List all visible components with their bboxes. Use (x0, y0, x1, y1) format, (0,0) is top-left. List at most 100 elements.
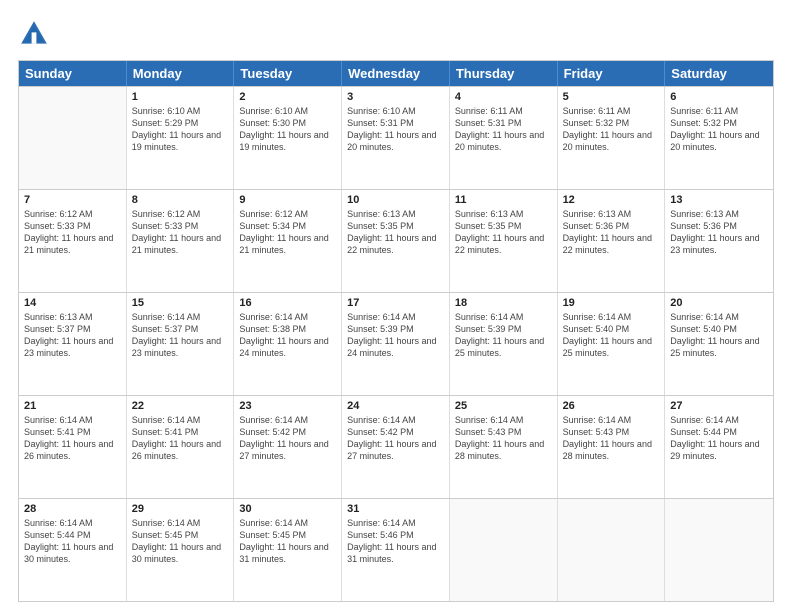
day-cell-7: 7 Sunrise: 6:12 AMSunset: 5:33 PMDaylight… (19, 190, 127, 292)
empty-cell (665, 499, 773, 601)
day-header-tuesday: Tuesday (234, 61, 342, 86)
day-cell-17: 17 Sunrise: 6:14 AMSunset: 5:39 PMDayligh… (342, 293, 450, 395)
day-cell-24: 24 Sunrise: 6:14 AMSunset: 5:42 PMDayligh… (342, 396, 450, 498)
day-header-sunday: Sunday (19, 61, 127, 86)
day-cell-20: 20Sunrise: 6:14 AMSunset: 5:40 PMDayligh… (665, 293, 773, 395)
day-number: 28 (24, 503, 121, 515)
day-info: Sunrise: 6:14 AMSunset: 5:42 PMDaylight:… (347, 414, 444, 463)
day-number: 7 (24, 194, 121, 206)
day-cell-31: 31Sunrise: 6:14 AMSunset: 5:46 PMDayligh… (342, 499, 450, 601)
week-row-2: 7 Sunrise: 6:12 AMSunset: 5:33 PMDaylight… (19, 189, 773, 292)
day-info: Sunrise: 6:14 AMSunset: 5:44 PMDaylight:… (670, 414, 768, 463)
day-cell-8: 8 Sunrise: 6:12 AMSunset: 5:33 PMDaylight… (127, 190, 235, 292)
day-number: 24 (347, 400, 444, 412)
day-info: Sunrise: 6:14 AMSunset: 5:45 PMDaylight:… (132, 517, 229, 566)
day-info: Sunrise: 6:10 AMSunset: 5:29 PMDaylight:… (132, 105, 229, 154)
day-cell-21: 21 Sunrise: 6:14 AMSunset: 5:41 PMDayligh… (19, 396, 127, 498)
day-number: 26 (563, 400, 660, 412)
day-cell-29: 29 Sunrise: 6:14 AMSunset: 5:45 PMDayligh… (127, 499, 235, 601)
day-cell-4: 4Sunrise: 6:11 AMSunset: 5:31 PMDaylight… (450, 87, 558, 189)
day-number: 15 (132, 297, 229, 309)
logo-icon (18, 18, 50, 50)
day-info: Sunrise: 6:12 AMSunset: 5:33 PMDaylight:… (132, 208, 229, 257)
day-cell-22: 22 Sunrise: 6:14 AMSunset: 5:41 PMDayligh… (127, 396, 235, 498)
day-header-monday: Monday (127, 61, 235, 86)
day-number: 25 (455, 400, 552, 412)
day-info: Sunrise: 6:13 AMSunset: 5:36 PMDaylight:… (563, 208, 660, 257)
day-cell-14: 14Sunrise: 6:13 AMSunset: 5:37 PMDayligh… (19, 293, 127, 395)
day-info: Sunrise: 6:13 AMSunset: 5:35 PMDaylight:… (455, 208, 552, 257)
day-cell-3: 3Sunrise: 6:10 AMSunset: 5:31 PMDaylight… (342, 87, 450, 189)
day-info: Sunrise: 6:14 AMSunset: 5:38 PMDaylight:… (239, 311, 336, 360)
day-header-friday: Friday (558, 61, 666, 86)
day-cell-13: 13Sunrise: 6:13 AMSunset: 5:36 PMDayligh… (665, 190, 773, 292)
calendar-body: 1Sunrise: 6:10 AMSunset: 5:29 PMDaylight… (19, 86, 773, 601)
day-info: Sunrise: 6:11 AMSunset: 5:32 PMDaylight:… (563, 105, 660, 154)
day-number: 16 (239, 297, 336, 309)
day-cell-12: 12 Sunrise: 6:13 AMSunset: 5:36 PMDayligh… (558, 190, 666, 292)
day-info: Sunrise: 6:12 AMSunset: 5:34 PMDaylight:… (239, 208, 336, 257)
day-number: 13 (670, 194, 768, 206)
day-info: Sunrise: 6:11 AMSunset: 5:31 PMDaylight:… (455, 105, 552, 154)
empty-cell (558, 499, 666, 601)
day-info: Sunrise: 6:14 AMSunset: 5:41 PMDaylight:… (24, 414, 121, 463)
day-header-saturday: Saturday (665, 61, 773, 86)
day-number: 8 (132, 194, 229, 206)
day-cell-6: 6 Sunrise: 6:11 AMSunset: 5:32 PMDaylight… (665, 87, 773, 189)
day-number: 20 (670, 297, 768, 309)
day-cell-28: 28 Sunrise: 6:14 AMSunset: 5:44 PMDayligh… (19, 499, 127, 601)
day-number: 10 (347, 194, 444, 206)
day-cell-25: 25 Sunrise: 6:14 AMSunset: 5:43 PMDayligh… (450, 396, 558, 498)
day-info: Sunrise: 6:10 AMSunset: 5:30 PMDaylight:… (239, 105, 336, 154)
day-cell-5: 5 Sunrise: 6:11 AMSunset: 5:32 PMDaylight… (558, 87, 666, 189)
day-number: 9 (239, 194, 336, 206)
day-info: Sunrise: 6:14 AMSunset: 5:45 PMDaylight:… (239, 517, 336, 566)
week-row-4: 21 Sunrise: 6:14 AMSunset: 5:41 PMDayligh… (19, 395, 773, 498)
day-info: Sunrise: 6:12 AMSunset: 5:33 PMDaylight:… (24, 208, 121, 257)
day-number: 21 (24, 400, 121, 412)
day-number: 3 (347, 91, 444, 103)
day-cell-2: 2Sunrise: 6:10 AMSunset: 5:30 PMDaylight… (234, 87, 342, 189)
day-cell-1: 1Sunrise: 6:10 AMSunset: 5:29 PMDaylight… (127, 87, 235, 189)
day-number: 30 (239, 503, 336, 515)
day-number: 19 (563, 297, 660, 309)
day-number: 17 (347, 297, 444, 309)
week-row-1: 1Sunrise: 6:10 AMSunset: 5:29 PMDaylight… (19, 86, 773, 189)
day-info: Sunrise: 6:14 AMSunset: 5:39 PMDaylight:… (455, 311, 552, 360)
day-info: Sunrise: 6:14 AMSunset: 5:42 PMDaylight:… (239, 414, 336, 463)
week-row-5: 28 Sunrise: 6:14 AMSunset: 5:44 PMDayligh… (19, 498, 773, 601)
day-number: 5 (563, 91, 660, 103)
calendar: SundayMondayTuesdayWednesdayThursdayFrid… (18, 60, 774, 602)
day-number: 23 (239, 400, 336, 412)
day-number: 6 (670, 91, 768, 103)
week-row-3: 14Sunrise: 6:13 AMSunset: 5:37 PMDayligh… (19, 292, 773, 395)
day-cell-23: 23 Sunrise: 6:14 AMSunset: 5:42 PMDayligh… (234, 396, 342, 498)
day-number: 22 (132, 400, 229, 412)
header (18, 18, 774, 50)
day-number: 14 (24, 297, 121, 309)
day-info: Sunrise: 6:14 AMSunset: 5:44 PMDaylight:… (24, 517, 121, 566)
day-cell-18: 18 Sunrise: 6:14 AMSunset: 5:39 PMDayligh… (450, 293, 558, 395)
day-info: Sunrise: 6:14 AMSunset: 5:46 PMDaylight:… (347, 517, 444, 566)
day-cell-30: 30 Sunrise: 6:14 AMSunset: 5:45 PMDayligh… (234, 499, 342, 601)
day-info: Sunrise: 6:11 AMSunset: 5:32 PMDaylight:… (670, 105, 768, 154)
empty-cell (450, 499, 558, 601)
day-cell-10: 10 Sunrise: 6:13 AMSunset: 5:35 PMDayligh… (342, 190, 450, 292)
day-info: Sunrise: 6:14 AMSunset: 5:40 PMDaylight:… (563, 311, 660, 360)
day-header-thursday: Thursday (450, 61, 558, 86)
day-number: 11 (455, 194, 552, 206)
day-number: 29 (132, 503, 229, 515)
day-cell-26: 26Sunrise: 6:14 AMSunset: 5:43 PMDayligh… (558, 396, 666, 498)
day-info: Sunrise: 6:14 AMSunset: 5:41 PMDaylight:… (132, 414, 229, 463)
day-cell-9: 9 Sunrise: 6:12 AMSunset: 5:34 PMDaylight… (234, 190, 342, 292)
day-info: Sunrise: 6:14 AMSunset: 5:39 PMDaylight:… (347, 311, 444, 360)
day-number: 27 (670, 400, 768, 412)
calendar-header: SundayMondayTuesdayWednesdayThursdayFrid… (19, 61, 773, 86)
day-info: Sunrise: 6:13 AMSunset: 5:35 PMDaylight:… (347, 208, 444, 257)
empty-cell (19, 87, 127, 189)
day-number: 12 (563, 194, 660, 206)
page: SundayMondayTuesdayWednesdayThursdayFrid… (0, 0, 792, 612)
day-info: Sunrise: 6:14 AMSunset: 5:43 PMDaylight:… (455, 414, 552, 463)
logo-area (18, 18, 54, 50)
day-number: 18 (455, 297, 552, 309)
